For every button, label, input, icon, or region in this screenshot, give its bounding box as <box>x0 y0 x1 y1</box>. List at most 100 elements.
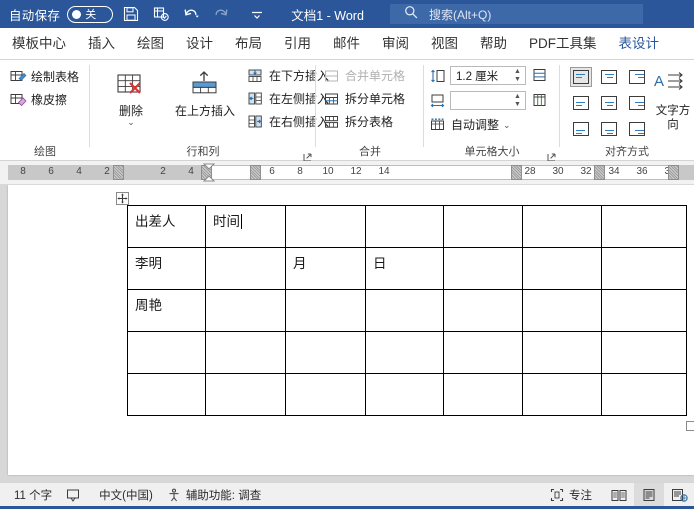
split-cells-button[interactable]: 拆分单元格 <box>324 90 405 107</box>
tab-review[interactable]: 审阅 <box>371 28 420 60</box>
tab-insert[interactable]: 插入 <box>77 28 126 60</box>
language-status[interactable]: 中文(中国) <box>99 487 153 503</box>
table-cell[interactable] <box>601 205 687 248</box>
align-bottom-center-button[interactable] <box>598 119 620 139</box>
align-top-left-button[interactable] <box>570 67 592 87</box>
table-row[interactable]: 周艳 <box>127 289 687 332</box>
split-table-button[interactable]: 拆分表格 <box>324 113 393 130</box>
draw-table-button[interactable]: 绘制表格 <box>10 68 79 85</box>
table-cell[interactable] <box>205 331 286 374</box>
table-cell[interactable] <box>127 331 206 374</box>
table-row[interactable]: 李明 月 日 <box>127 247 687 290</box>
distribute-columns-icon[interactable] <box>532 92 549 108</box>
ruler-column-marker[interactable] <box>250 165 261 180</box>
table-cell[interactable] <box>365 331 444 374</box>
table-cell[interactable] <box>522 331 602 374</box>
autosave-toggle[interactable]: 关 <box>67 5 114 23</box>
ruler-column-marker[interactable] <box>594 165 605 180</box>
print-layout-view-button[interactable] <box>634 483 664 507</box>
table-resize-handle-icon[interactable] <box>686 421 694 431</box>
chevron-down-icon[interactable]: ⌄ <box>503 120 511 129</box>
save-icon[interactable] <box>119 2 143 26</box>
table-cell[interactable] <box>522 289 602 332</box>
table-cell[interactable] <box>522 373 602 416</box>
tab-pdf-tools[interactable]: PDF工具集 <box>518 28 608 60</box>
ruler-column-marker[interactable] <box>113 165 124 180</box>
rows-columns-dialog-launcher[interactable] <box>303 149 312 162</box>
table-cell[interactable] <box>285 205 366 248</box>
table-cell[interactable] <box>285 331 366 374</box>
table-cell[interactable] <box>443 205 523 248</box>
align-middle-left-button[interactable] <box>570 93 592 113</box>
table-cell[interactable] <box>285 289 366 332</box>
table-cell[interactable] <box>285 373 366 416</box>
web-layout-view-button[interactable] <box>664 483 694 507</box>
table-cell[interactable] <box>365 289 444 332</box>
column-width-stepper[interactable]: ▲ ▼ <box>513 93 522 109</box>
horizontal-ruler[interactable]: 8 6 4 2 2 4 6 8 10 12 14 28 30 32 34 36 … <box>0 161 694 185</box>
table-row[interactable]: 出差人 时间 <box>127 205 687 248</box>
row-height-input[interactable]: 1.2 厘米 ▲ ▼ <box>450 66 526 85</box>
tab-references[interactable]: 引用 <box>273 28 322 60</box>
table-cell[interactable] <box>522 205 602 248</box>
align-top-center-button[interactable] <box>598 67 620 87</box>
table-cell[interactable] <box>443 373 523 416</box>
tab-view[interactable]: 视图 <box>420 28 469 60</box>
align-bottom-right-button[interactable] <box>626 119 648 139</box>
delete-table-button[interactable]: 删除 ⌄ <box>102 68 160 127</box>
table-cell[interactable] <box>205 247 286 290</box>
table-cell[interactable]: 出差人 <box>127 205 206 248</box>
align-middle-right-button[interactable] <box>626 93 648 113</box>
insert-above-button[interactable]: 在上方插入 <box>168 68 242 118</box>
text-direction-button[interactable]: A 文字方向 <box>652 68 694 132</box>
table-cell[interactable] <box>522 247 602 290</box>
tab-layout[interactable]: 布局 <box>224 28 273 60</box>
table-cell[interactable] <box>205 289 286 332</box>
accessibility-status[interactable]: 辅助功能: 调查 <box>167 487 261 503</box>
customize-qat-icon[interactable] <box>245 2 269 26</box>
undo-icon[interactable] <box>179 2 203 26</box>
autofit-button[interactable]: 自动调整 ⌄ <box>430 116 511 133</box>
table-move-handle-icon[interactable] <box>116 192 129 205</box>
table-row[interactable] <box>127 373 687 416</box>
ruler-column-marker[interactable] <box>511 165 522 180</box>
tab-mailings[interactable]: 邮件 <box>322 28 371 60</box>
table-cell[interactable] <box>127 373 206 416</box>
cell-size-dialog-launcher[interactable] <box>547 149 556 162</box>
align-top-right-button[interactable] <box>626 67 648 87</box>
table-cell[interactable] <box>365 373 444 416</box>
chevron-down-icon[interactable]: ⌄ <box>102 118 160 127</box>
read-mode-view-button[interactable] <box>604 483 634 507</box>
table-cell-with-cursor[interactable]: 时间 <box>205 205 286 248</box>
tab-template-center[interactable]: 模板中心 <box>0 28 77 60</box>
tab-help[interactable]: 帮助 <box>469 28 518 60</box>
redo-icon[interactable] <box>209 2 233 26</box>
table-cell[interactable] <box>601 331 687 374</box>
column-width-input[interactable]: ▲ ▼ <box>450 91 526 110</box>
tab-design[interactable]: 设计 <box>175 28 224 60</box>
align-bottom-left-button[interactable] <box>570 119 592 139</box>
table-cell[interactable] <box>601 247 687 290</box>
eraser-button[interactable]: 橡皮擦 <box>10 91 67 108</box>
word-count-status[interactable]: 11 个字 <box>14 487 52 503</box>
search-box[interactable]: 搜索(Alt+Q) <box>390 4 643 24</box>
document-area[interactable]: 出差人 时间 李明 月 日 周艳 <box>0 185 694 482</box>
merge-cells-button[interactable]: 合并单元格 <box>324 67 405 84</box>
table-cell[interactable]: 周艳 <box>127 289 206 332</box>
table-cell[interactable] <box>601 373 687 416</box>
distribute-rows-icon[interactable] <box>532 67 549 83</box>
table-cell[interactable] <box>443 289 523 332</box>
table-cell[interactable]: 月 <box>285 247 366 290</box>
table-row[interactable] <box>127 331 687 374</box>
table-cell[interactable] <box>365 205 444 248</box>
proofing-status[interactable] <box>66 488 85 502</box>
table-cell[interactable] <box>205 373 286 416</box>
tab-table-design[interactable]: 表设计 <box>608 28 671 60</box>
table-cell[interactable]: 日 <box>365 247 444 290</box>
focus-mode-button[interactable]: 专注 <box>550 487 592 503</box>
table-cell[interactable] <box>443 247 523 290</box>
tab-draw[interactable]: 绘图 <box>126 28 175 60</box>
table-cell[interactable] <box>443 331 523 374</box>
document-page[interactable]: 出差人 时间 李明 月 日 周艳 <box>8 185 694 475</box>
first-line-indent-marker[interactable] <box>202 163 216 184</box>
